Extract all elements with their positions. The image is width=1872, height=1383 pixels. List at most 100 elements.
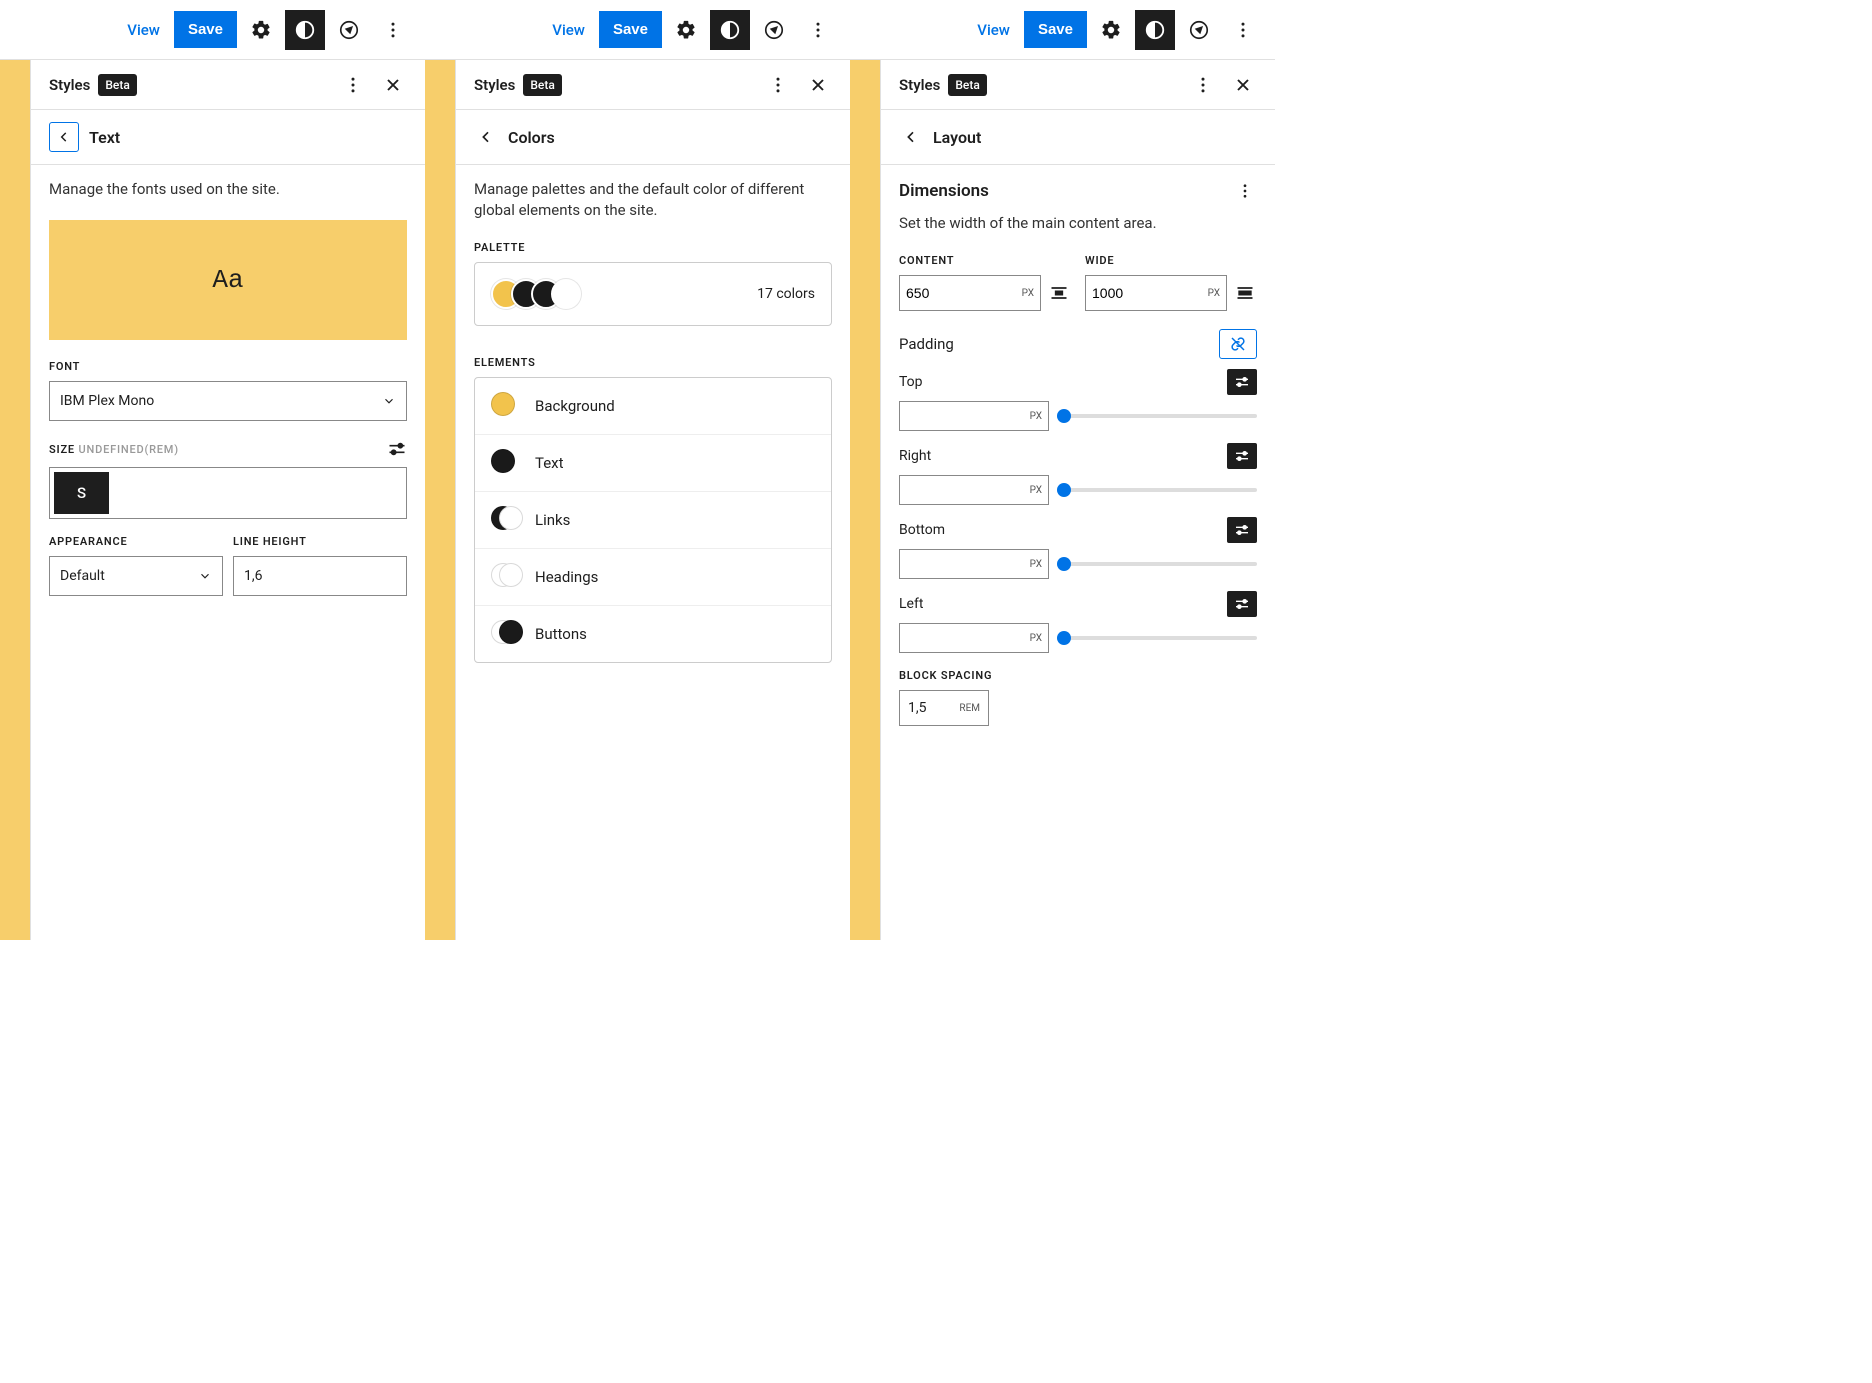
close-icon[interactable] — [1223, 65, 1263, 105]
content-input[interactable]: PX — [899, 275, 1041, 311]
unlink-sides-button[interactable] — [1219, 329, 1257, 359]
save-button[interactable]: Save — [1024, 11, 1087, 48]
top-toolbar: View Save — [850, 0, 1275, 60]
dimensions-desc: Set the width of the main content area. — [899, 213, 1257, 234]
element-buttons[interactable]: Buttons — [475, 606, 831, 662]
nav-title: Text — [89, 128, 120, 147]
more-vertical-icon[interactable] — [1223, 10, 1263, 50]
nav-row: Layout — [881, 110, 1275, 165]
canvas-background — [0, 60, 30, 940]
beta-badge: Beta — [948, 74, 986, 96]
element-text[interactable]: Text — [475, 435, 831, 492]
element-headings[interactable]: Headings — [475, 549, 831, 606]
beta-badge: Beta — [523, 74, 561, 96]
dimensions-title: Dimensions — [899, 181, 989, 201]
panel-more-icon[interactable] — [758, 65, 798, 105]
padding-top-input[interactable]: PX — [899, 401, 1049, 431]
settings-icon[interactable] — [241, 10, 281, 50]
back-button[interactable] — [474, 122, 498, 152]
panel-title: Styles — [899, 76, 940, 94]
padding-left-input[interactable]: PX — [899, 623, 1049, 653]
wide-align-icon[interactable] — [1233, 283, 1257, 303]
padding-right-input[interactable]: PX — [899, 475, 1049, 505]
more-vertical-icon[interactable] — [798, 10, 838, 50]
elements-list: Background Text Links Headings Buttons — [474, 377, 832, 663]
elements-label: ELEMENTS — [474, 356, 832, 369]
panel-title: Styles — [474, 76, 515, 94]
padding-right-label: Right — [899, 448, 931, 464]
more-vertical-icon[interactable] — [373, 10, 413, 50]
padding-right-slider[interactable] — [1057, 488, 1257, 492]
size-option-s[interactable]: S — [54, 472, 109, 514]
padding-bottom-settings-icon[interactable] — [1227, 517, 1257, 543]
content-align-icon[interactable] — [1047, 283, 1071, 303]
back-button[interactable] — [899, 122, 923, 152]
palette-count: 17 colors — [757, 286, 815, 302]
description: Manage palettes and the default color of… — [474, 179, 832, 221]
appearance-value: Default — [60, 568, 105, 584]
content-label: CONTENT — [899, 254, 1071, 267]
palette-button[interactable]: 17 colors — [474, 262, 832, 326]
line-height-input[interactable]: 1,6 — [233, 556, 407, 596]
element-links[interactable]: Links — [475, 492, 831, 549]
canvas-background — [425, 60, 455, 940]
panel-more-icon[interactable] — [333, 65, 373, 105]
compass-icon[interactable] — [754, 10, 794, 50]
compass-icon[interactable] — [1179, 10, 1219, 50]
padding-left-slider[interactable] — [1057, 636, 1257, 640]
padding-label: Padding — [899, 335, 954, 353]
padding-bottom-slider[interactable] — [1057, 562, 1257, 566]
padding-left-label: Left — [899, 596, 923, 612]
wide-label: WIDE — [1085, 254, 1257, 267]
save-button[interactable]: Save — [599, 11, 662, 48]
line-height-value: 1,6 — [244, 568, 396, 584]
top-toolbar: View Save — [0, 0, 425, 60]
back-button[interactable] — [49, 122, 79, 152]
size-label: SIZE UNDEFINED(REM) — [49, 443, 179, 456]
settings-icon[interactable] — [1091, 10, 1131, 50]
styles-icon[interactable] — [1135, 10, 1175, 50]
beta-badge: Beta — [98, 74, 136, 96]
nav-row: Colors — [456, 110, 850, 165]
panel-header: Styles Beta — [456, 60, 850, 110]
block-spacing-label: BLOCK SPACING — [899, 669, 1257, 682]
appearance-select[interactable]: Default — [49, 556, 223, 596]
close-icon[interactable] — [373, 65, 413, 105]
nav-title: Layout — [933, 128, 981, 147]
panel-header: Styles Beta — [31, 60, 425, 110]
wide-input[interactable]: PX — [1085, 275, 1227, 311]
line-height-label: LINE HEIGHT — [233, 535, 407, 548]
view-link[interactable]: View — [967, 13, 1020, 47]
panel-title: Styles — [49, 76, 90, 94]
dimensions-more-icon[interactable] — [1233, 179, 1257, 203]
block-spacing-input[interactable]: 1,5 REM — [899, 690, 989, 726]
panel-more-icon[interactable] — [1183, 65, 1223, 105]
description: Manage the fonts used on the site. — [49, 179, 407, 200]
nav-title: Colors — [508, 128, 555, 147]
canvas-background — [850, 60, 880, 940]
top-toolbar: View Save — [425, 0, 850, 60]
font-label: FONT — [49, 360, 407, 373]
padding-top-label: Top — [899, 374, 923, 390]
padding-bottom-input[interactable]: PX — [899, 549, 1049, 579]
padding-top-settings-icon[interactable] — [1227, 369, 1257, 395]
settings-icon[interactable] — [666, 10, 706, 50]
save-button[interactable]: Save — [174, 11, 237, 48]
padding-left-settings-icon[interactable] — [1227, 591, 1257, 617]
font-select[interactable]: IBM Plex Mono — [49, 381, 407, 421]
view-link[interactable]: View — [542, 13, 595, 47]
close-icon[interactable] — [798, 65, 838, 105]
palette-swatches — [491, 279, 571, 309]
size-select[interactable]: S — [49, 467, 407, 519]
padding-top-slider[interactable] — [1057, 414, 1257, 418]
compass-icon[interactable] — [329, 10, 369, 50]
styles-icon[interactable] — [285, 10, 325, 50]
padding-right-settings-icon[interactable] — [1227, 443, 1257, 469]
view-link[interactable]: View — [117, 13, 170, 47]
nav-row: Text — [31, 110, 425, 165]
element-background[interactable]: Background — [475, 378, 831, 435]
padding-bottom-label: Bottom — [899, 522, 945, 538]
palette-label: PALETTE — [474, 241, 832, 254]
size-settings-icon[interactable] — [387, 439, 407, 459]
styles-icon[interactable] — [710, 10, 750, 50]
